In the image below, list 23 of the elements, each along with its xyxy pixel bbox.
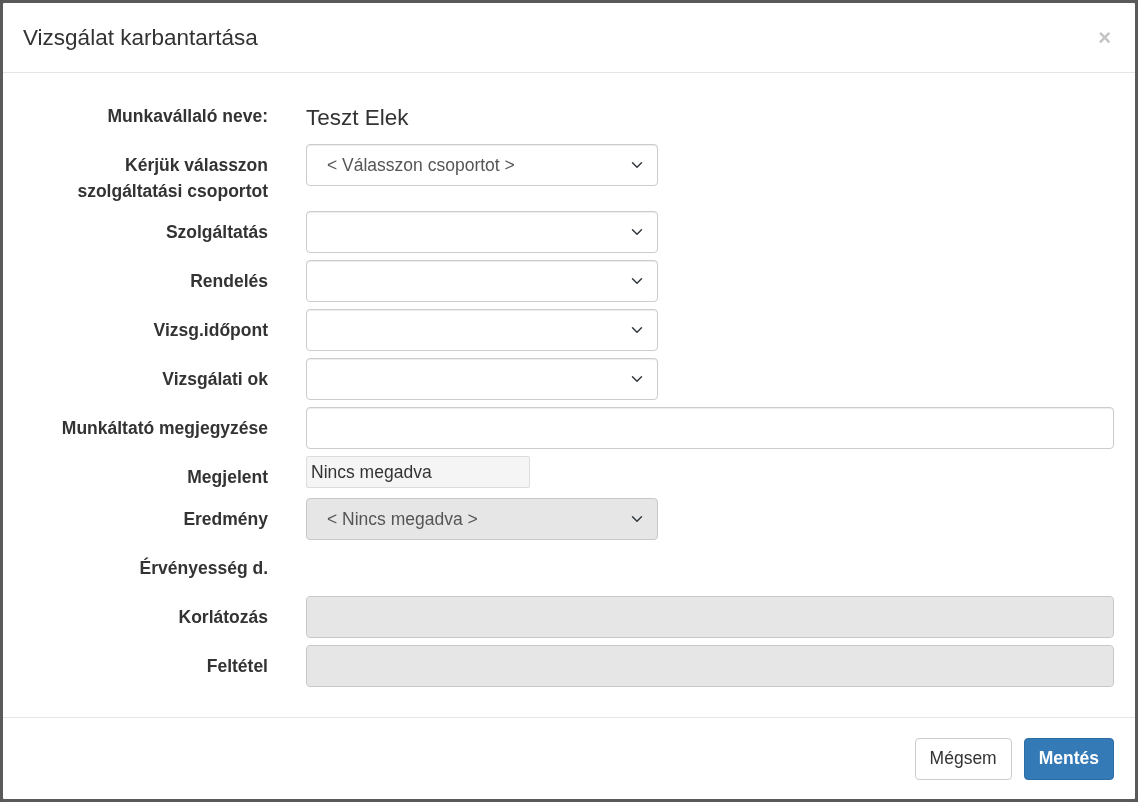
dropdown-field[interactable]: < Válasszon csoportot > (306, 144, 658, 186)
employee-name: Teszt Elek (306, 104, 409, 132)
field-label: Korlátozás (177, 606, 268, 629)
field-label: Munkáltató megjegyzése (60, 417, 268, 440)
field-label: Rendelés (189, 270, 268, 293)
field-label: Kérjük válasszon szolgáltatási csoportot (76, 154, 268, 203)
field-label: Érvényesség d. (138, 556, 268, 580)
field-label: Vizsg.időpont (152, 319, 268, 342)
dropdown-field[interactable] (306, 211, 658, 253)
dropdown-field[interactable] (306, 309, 658, 351)
field-label: Munkavállaló neve: (106, 105, 268, 128)
save-button[interactable]: Mentés (1023, 737, 1114, 780)
readonly-field[interactable]: Nincs megadva (306, 456, 530, 488)
dropdown-field[interactable] (306, 260, 658, 302)
dropdown-field[interactable] (306, 358, 658, 400)
field-label: Eredmény (182, 508, 268, 531)
field-label: Feltétel (205, 655, 268, 678)
input-field[interactable] (306, 407, 1114, 449)
field-label: Vizsgálati ok (161, 368, 268, 391)
field-label: Szolgáltatás (164, 221, 268, 244)
field-label: Megjelent (186, 466, 268, 489)
cancel-button[interactable]: Mégsem (914, 737, 1012, 780)
dialog-title: Vizsgálat karbantartása (23, 23, 258, 52)
